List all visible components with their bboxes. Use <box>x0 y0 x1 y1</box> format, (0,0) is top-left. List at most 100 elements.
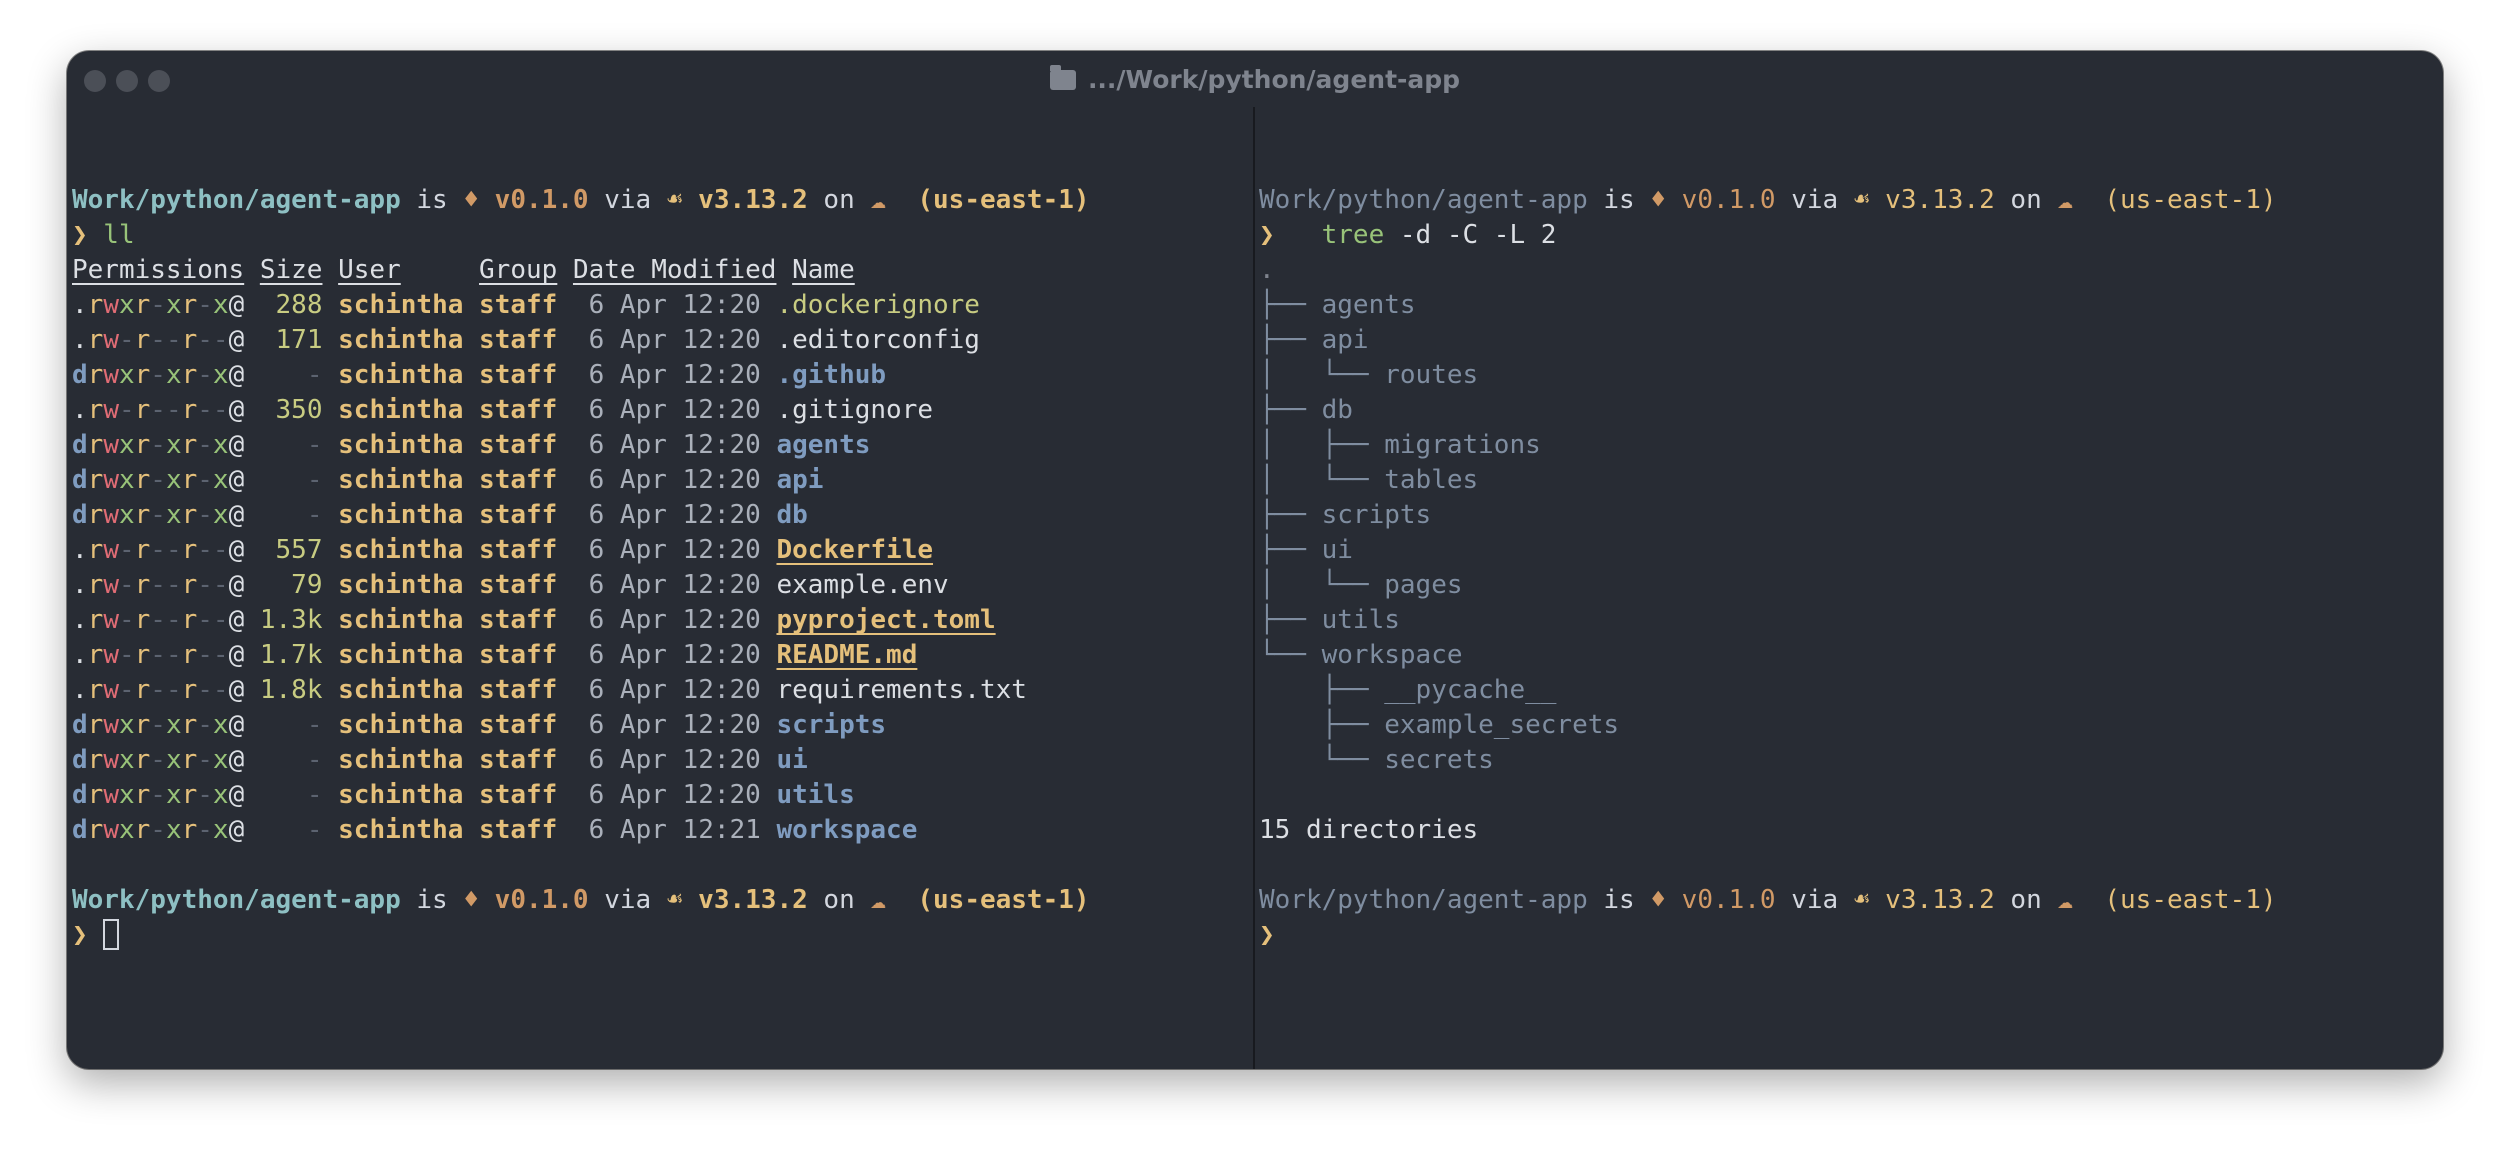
file-name[interactable]: db <box>776 500 807 530</box>
prompt-word: is <box>400 885 464 915</box>
file-group: staff <box>463 675 558 705</box>
file-name[interactable]: .dockerignore <box>776 290 980 320</box>
tree-dir-name[interactable]: workspace <box>1322 640 1463 670</box>
python-version: v3.13.2 <box>1869 885 1995 915</box>
file-date: 6 Apr 12:20 <box>557 710 761 740</box>
tree-branch: ├── <box>1259 535 1322 565</box>
permission-char: x <box>212 290 229 320</box>
permission-char: r <box>181 325 198 355</box>
tree-root-dot: . <box>1259 255 1275 285</box>
tree-dir-name[interactable]: tables <box>1384 465 1478 495</box>
file-name[interactable]: utils <box>776 780 854 810</box>
tree-dir-name[interactable]: migrations <box>1384 430 1541 460</box>
permission-char: w <box>103 290 119 320</box>
file-name[interactable]: agents <box>776 430 870 460</box>
python-icon: ☙ <box>1853 185 1870 215</box>
file-name[interactable]: requirements.txt <box>776 675 1026 705</box>
tree-dir-name[interactable]: utils <box>1322 605 1400 635</box>
file-size: - <box>244 745 323 775</box>
tree-dir-name[interactable]: secrets <box>1384 745 1494 775</box>
pane-divider[interactable] <box>1253 107 1255 1069</box>
file-date: 6 Apr 12:20 <box>557 535 761 565</box>
permission-char: r <box>181 710 198 740</box>
permission-char: r <box>134 535 151 565</box>
tree-dir-name[interactable]: agents <box>1322 290 1416 320</box>
permission-char: w <box>103 430 119 460</box>
tree-dir-name[interactable]: example_secrets <box>1384 710 1619 740</box>
permission-char: r <box>87 395 104 425</box>
file-group: staff <box>463 780 558 810</box>
permission-char: @ <box>228 500 245 530</box>
permission-char: r <box>181 605 198 635</box>
tree-branch: │ ├── <box>1259 430 1385 460</box>
right-terminal-pane[interactable]: Work/python/agent-app is ♦ v0.1.0 via ☙ … <box>1259 148 2429 953</box>
input-line: ❯ <box>1259 918 2429 953</box>
permission-char: r <box>87 780 104 810</box>
file-row: .rw-r--r--@ 1.7k schintha staff 6 Apr 12… <box>72 638 1242 673</box>
tree-dir-name[interactable]: pages <box>1384 570 1462 600</box>
permissions: drwxr-xr-x@ <box>72 500 244 530</box>
permission-char: x <box>165 815 182 845</box>
file-name[interactable]: ui <box>776 745 807 775</box>
file-name[interactable]: api <box>776 465 823 495</box>
tree-summary: 15 directories <box>1259 813 2429 848</box>
python-version: v3.13.2 <box>682 885 808 915</box>
file-user: schintha <box>322 290 464 320</box>
permission-char: . <box>72 535 88 565</box>
column-header: Date Modified <box>572 255 777 285</box>
file-name[interactable]: example.env <box>776 570 948 600</box>
tree-dir-name[interactable]: api <box>1322 325 1369 355</box>
tree-item: │ ├── migrations <box>1259 428 2429 463</box>
file-name[interactable]: .gitignore <box>776 395 933 425</box>
tree-dir-name[interactable]: ui <box>1322 535 1353 565</box>
permission-char: r <box>87 290 104 320</box>
permission-char: w <box>103 500 119 530</box>
package-version: v0.1.0 <box>479 185 589 215</box>
left-terminal-pane[interactable]: Work/python/agent-app is ♦ v0.1.0 via ☙ … <box>72 148 1242 953</box>
file-name[interactable]: .editorconfig <box>776 325 980 355</box>
prompt-word: via <box>1775 185 1854 215</box>
permission-char: - <box>150 745 166 775</box>
permission-char: @ <box>228 745 245 775</box>
tree-dir-name[interactable]: scripts <box>1322 500 1432 530</box>
tree-dir-name[interactable]: __pycache__ <box>1384 675 1556 705</box>
permission-char: x <box>118 360 135 390</box>
file-group: staff <box>463 570 558 600</box>
package-icon: ♦ <box>1650 185 1667 215</box>
permission-char: @ <box>228 535 245 565</box>
permission-char: r <box>181 535 198 565</box>
file-row: drwxr-xr-x@ - schintha staff 6 Apr 12:20… <box>72 358 1242 393</box>
file-size: - <box>244 465 323 495</box>
terminal-cursor[interactable] <box>103 919 120 950</box>
file-name[interactable]: README.md <box>776 640 917 670</box>
prompt-word: is <box>1587 185 1651 215</box>
file-user: schintha <box>322 780 464 810</box>
prompt-chevron: ❯ <box>1259 920 1275 950</box>
permission-char: r <box>181 640 198 670</box>
prompt-word: via <box>588 185 667 215</box>
cloud-icon: ☁ <box>870 885 887 915</box>
tree-dir-name[interactable]: routes <box>1384 360 1478 390</box>
file-size: 350 <box>244 395 323 425</box>
file-user: schintha <box>322 710 464 740</box>
prompt-word: is <box>400 185 464 215</box>
tree-dir-name[interactable]: db <box>1322 395 1353 425</box>
permission-char: r <box>87 745 104 775</box>
permission-char: @ <box>228 290 245 320</box>
permission-char: @ <box>228 325 245 355</box>
permissions: .rw-r--r--@ <box>72 570 244 600</box>
file-name[interactable]: scripts <box>776 710 886 740</box>
file-name[interactable]: pyproject.toml <box>776 605 995 635</box>
file-name[interactable]: .github <box>776 360 886 390</box>
file-name[interactable]: Dockerfile <box>776 535 933 565</box>
permissions: .rw-r--r--@ <box>72 675 244 705</box>
permission-char: - <box>197 745 213 775</box>
file-row: .rw-r--r--@ 79 schintha staff 6 Apr 12:2… <box>72 568 1242 603</box>
file-name[interactable]: workspace <box>776 815 917 845</box>
permission-char: d <box>72 430 88 460</box>
permission-char: - <box>212 675 229 705</box>
